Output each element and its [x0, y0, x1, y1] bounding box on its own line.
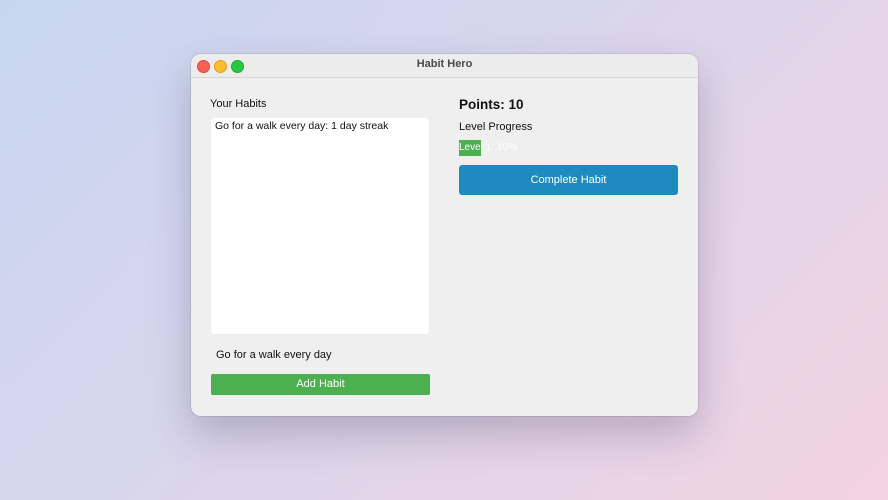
list-item[interactable]: Go for a walk every day: 1 day streak [215, 120, 388, 132]
your-habits-heading: Your Habits [210, 98, 267, 110]
points-display: Points: 10 [459, 97, 524, 112]
add-habit-button[interactable]: Add Habit [211, 374, 430, 395]
habit-input[interactable] [211, 346, 434, 364]
level-progress-bar: Level 1: 10% [459, 140, 678, 156]
habit-list[interactable]: Go for a walk every day: 1 day streak [211, 118, 429, 334]
app-window: Habit Hero Your Habits Go for a walk eve… [191, 54, 698, 416]
window-title: Habit Hero [416, 58, 473, 70]
progress-text: Level 1: 10% [459, 142, 517, 153]
level-progress-label: Level Progress [459, 121, 533, 133]
title-bar[interactable]: Habit Hero [191, 54, 698, 78]
complete-habit-button[interactable]: Complete Habit [459, 165, 678, 195]
